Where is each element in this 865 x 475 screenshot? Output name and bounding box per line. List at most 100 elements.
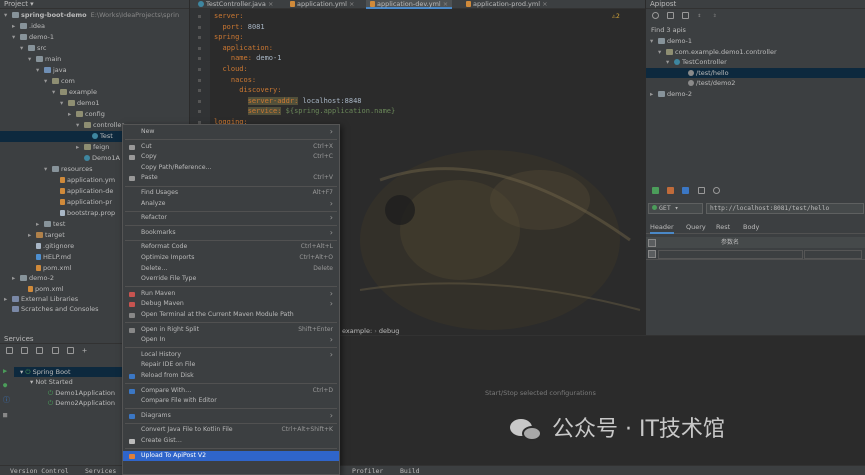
method-select[interactable]: GET ▾ <box>648 203 703 214</box>
code-line[interactable]: discovery: <box>214 85 281 96</box>
tree-item[interactable]: ▾ demo1 <box>0 98 190 109</box>
send-icon[interactable] <box>652 186 659 194</box>
project-panel-header[interactable]: Project ▾ <box>0 0 189 9</box>
menu-item[interactable]: Debug Maven › <box>123 299 339 310</box>
history-icon[interactable] <box>712 186 720 194</box>
request-tab[interactable]: Query <box>686 223 706 231</box>
code-line[interactable]: port: 8081 <box>214 22 264 33</box>
menu-item[interactable]: Open Terminal at the Current Maven Modul… <box>123 310 339 321</box>
fold-marker[interactable] <box>190 43 208 54</box>
code-line[interactable]: service: ${spring.application.name} <box>214 106 395 117</box>
close-icon[interactable]: × <box>347 0 354 8</box>
tree-chevron-icon[interactable]: ▾ <box>44 164 52 175</box>
param-row-checkbox[interactable] <box>648 250 656 258</box>
fold-marker[interactable] <box>190 64 208 75</box>
tree-item[interactable]: ▸ .idea <box>0 21 190 32</box>
link-icon[interactable] <box>667 11 675 19</box>
menu-item[interactable]: Copy Ctrl+C <box>123 152 339 163</box>
code-line[interactable]: nacos: <box>214 75 256 86</box>
tree-chevron-icon[interactable]: ▾ <box>20 43 28 54</box>
api-tree-item[interactable]: ▾ com.example.demo1.controller <box>646 47 865 58</box>
menu-item[interactable]: Refactor › <box>123 213 339 224</box>
warning-indicator[interactable]: ⚠2 <box>612 12 620 20</box>
menu-item[interactable]: New › <box>123 127 339 138</box>
tree-chevron-icon[interactable]: ▸ <box>650 89 658 100</box>
tree-chevron-icon[interactable]: ▸ <box>12 21 20 32</box>
tree-item[interactable]: ▾ java <box>0 65 190 76</box>
save-icon[interactable] <box>667 186 675 194</box>
editor-tab[interactable]: application-dev.yml × <box>366 0 453 9</box>
expand-all-icon[interactable] <box>6 346 13 354</box>
fold-marker[interactable] <box>190 22 208 33</box>
tree-chevron-icon[interactable]: ▾ <box>44 76 52 87</box>
menu-item[interactable]: Repair IDE on File <box>123 360 339 371</box>
code-line[interactable]: server-addr: localhost:8848 <box>214 96 362 107</box>
tree-item[interactable]: ▾ com <box>0 76 190 87</box>
menu-item[interactable]: Compare File with Editor <box>123 396 339 407</box>
copy-icon[interactable] <box>697 186 705 194</box>
menu-item[interactable]: Compare With… Ctrl+D <box>123 386 339 397</box>
tree-item[interactable]: ▸ config <box>0 109 190 120</box>
menu-item[interactable]: Open In › <box>123 335 339 346</box>
filter-icon[interactable] <box>51 346 59 354</box>
tree-chevron-icon[interactable]: ▾ <box>12 32 20 43</box>
tree-item[interactable]: ▾ spring-boot-demo E:\Works\IdeaProjects\s… <box>0 10 190 21</box>
fold-marker[interactable] <box>190 106 208 117</box>
run-icon[interactable]: ▶ <box>3 367 11 375</box>
tree-chevron-icon[interactable]: ▾ <box>666 57 674 68</box>
tree-item[interactable]: ▾ example <box>0 87 190 98</box>
tool-tab-services[interactable]: Services <box>85 467 116 475</box>
tree-chevron-icon[interactable]: ▸ <box>36 219 44 230</box>
fold-marker[interactable] <box>190 85 208 96</box>
expand-icon[interactable]: ⇕ <box>698 12 705 19</box>
tree-chevron-icon[interactable]: ▾ <box>4 10 12 21</box>
tree-chevron-icon[interactable]: ▾ <box>658 47 666 58</box>
tree-chevron-icon[interactable]: ▸ <box>68 109 76 120</box>
menu-item[interactable]: Run Maven › <box>123 289 339 300</box>
fold-marker[interactable] <box>190 11 208 22</box>
tree-chevron-icon[interactable]: ▾ <box>76 120 84 131</box>
request-tab[interactable]: Header <box>650 223 674 234</box>
api-tree-item[interactable]: /test/hello <box>646 67 865 79</box>
code-line[interactable]: server: <box>214 11 244 22</box>
tree-chevron-icon[interactable]: ▾ <box>36 65 44 76</box>
request-tab[interactable]: Body <box>743 223 759 231</box>
tool-tab-profiler[interactable]: Profiler <box>352 467 383 475</box>
menu-item[interactable]: Diagrams › <box>123 411 339 422</box>
menu-item[interactable]: Copy Path/Reference… <box>123 163 339 174</box>
api-tree-item[interactable]: /test/demo2 <box>646 78 865 89</box>
service-root[interactable]: ▾ ⏻ Spring Boot <box>14 367 122 377</box>
menu-item[interactable]: Upload To ApiPost V2 <box>123 450 339 462</box>
tree-chevron-icon[interactable]: ▾ <box>650 36 658 47</box>
info-icon[interactable]: ⓘ <box>3 395 11 405</box>
menu-item[interactable]: Optimize Imports Ctrl+Alt+O <box>123 253 339 264</box>
layout-icon[interactable] <box>66 346 74 354</box>
breadcrumb-item-1[interactable]: example: <box>342 327 372 335</box>
menu-item[interactable]: Create Gist… <box>123 436 339 447</box>
tree-item[interactable]: ▾ main <box>0 54 190 65</box>
stop-icon[interactable]: ■ <box>3 411 11 419</box>
menu-item[interactable]: Local History › <box>123 350 339 361</box>
fold-marker[interactable] <box>190 96 208 107</box>
tool-tab-build[interactable]: Build <box>400 467 420 475</box>
close-icon[interactable]: × <box>540 0 547 8</box>
code-line[interactable]: cloud: <box>214 64 247 75</box>
fold-marker[interactable] <box>190 32 208 43</box>
tree-chevron-icon[interactable]: ▸ <box>28 230 36 241</box>
api-tree-item[interactable]: ▾ TestController <box>646 57 865 68</box>
tree-chevron-icon[interactable]: ▾ <box>52 87 60 98</box>
close-icon[interactable]: × <box>441 0 448 8</box>
api-tree-item[interactable]: ▾ demo-1 <box>646 36 865 47</box>
disk-icon[interactable] <box>682 186 690 194</box>
select-all-checkbox[interactable] <box>648 238 656 247</box>
collapse-all-icon[interactable] <box>21 346 29 354</box>
menu-item[interactable]: Reformat Code Ctrl+Alt+L <box>123 242 339 253</box>
menu-item[interactable]: Override File Type <box>123 274 339 285</box>
tool-tab-version-control[interactable]: Version Control <box>10 467 69 475</box>
tree-chevron-icon[interactable]: ▾ <box>60 98 68 109</box>
breadcrumb-item-2[interactable]: debug <box>379 327 400 335</box>
editor-tab[interactable]: application-prod.yml × <box>462 0 552 9</box>
api-tree-item[interactable]: ▸ demo-2 <box>646 89 865 100</box>
param-name-input[interactable] <box>658 250 803 259</box>
service-app[interactable]: ⏻ Demo2Application <box>48 399 115 408</box>
